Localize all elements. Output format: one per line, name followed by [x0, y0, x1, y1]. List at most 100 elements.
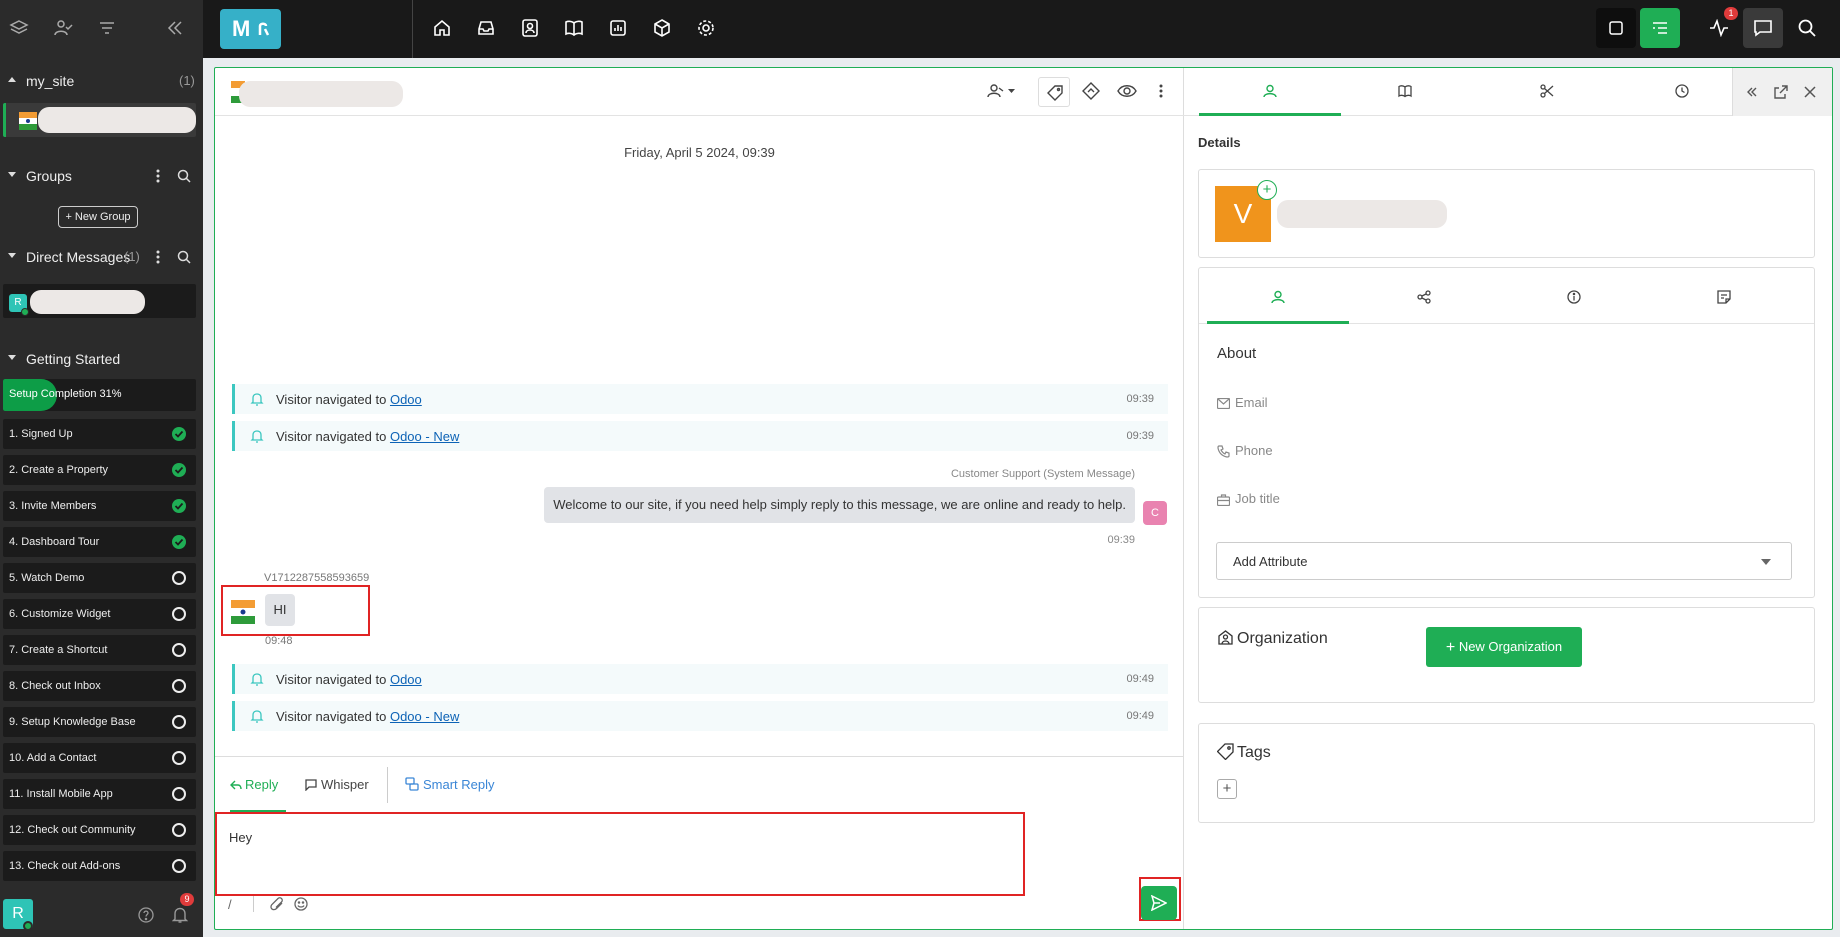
tab-smart-reply[interactable]: Smart Reply	[405, 757, 495, 813]
knowledge-base-icon[interactable]	[564, 18, 584, 38]
job-title-label: Job title	[1235, 491, 1280, 506]
task-item[interactable]: 5. Watch Demo	[3, 563, 196, 593]
eye-icon[interactable]	[1117, 82, 1137, 100]
page-link[interactable]: Odoo	[390, 392, 422, 407]
inbox-icon[interactable]	[476, 18, 496, 38]
bell-icon	[250, 392, 264, 406]
tab-whisper[interactable]: Whisper	[305, 757, 369, 813]
caret-down-icon	[8, 355, 16, 360]
emoji-icon[interactable]	[294, 897, 308, 911]
empty-circle-icon	[172, 715, 186, 729]
layout-single-pane-button[interactable]	[1596, 8, 1636, 48]
main-panel: Friday, April 5 2024, 09:39 Visitor navi…	[214, 67, 1833, 930]
search-icon[interactable]	[177, 250, 191, 264]
layout-split-pane-button[interactable]	[1640, 8, 1680, 48]
add-tag-button[interactable]: +	[1217, 779, 1237, 799]
book-icon	[1398, 84, 1412, 98]
section-getting-started[interactable]: Getting Started	[0, 348, 203, 370]
section-my-site[interactable]: my_site (1)	[0, 70, 203, 92]
dm-item[interactable]: R	[3, 284, 196, 318]
tab-info[interactable]	[1499, 268, 1649, 324]
more-vertical-icon[interactable]	[156, 250, 160, 264]
tab-contact[interactable]	[1199, 68, 1341, 116]
add-ons-icon[interactable]	[652, 18, 672, 38]
task-item[interactable]: 3. Invite Members	[3, 491, 196, 521]
help-icon[interactable]	[138, 907, 154, 923]
tab-divider	[387, 767, 388, 803]
tab-knowledge-base[interactable]	[1341, 68, 1483, 116]
collapse-panel-icon[interactable]	[1745, 85, 1759, 99]
tab-reply[interactable]: Reply	[230, 757, 286, 813]
task-item[interactable]: 1. Signed Up	[3, 419, 196, 449]
message-sender: Customer Support (System Message)	[950, 468, 1135, 480]
reply-input[interactable]	[215, 812, 1025, 896]
task-item[interactable]: 4. Dashboard Tour	[3, 527, 196, 557]
tab-profile[interactable]	[1207, 268, 1349, 324]
tab-shortcuts[interactable]	[1483, 68, 1625, 116]
task-item[interactable]: 11. Install Mobile App	[3, 779, 196, 809]
priority-icon[interactable]	[1082, 82, 1100, 100]
tag-icon	[1217, 743, 1234, 760]
assignee-icon[interactable]	[53, 18, 73, 38]
task-label: 13. Check out Add-ons	[9, 860, 121, 872]
task-item[interactable]: 9. Setup Knowledge Base	[3, 707, 196, 737]
about-card: About Email Phone Job title Add Attribut…	[1198, 267, 1815, 598]
conversation-item[interactable]	[3, 103, 196, 137]
shortcut-slash-icon[interactable]: /	[228, 897, 232, 912]
tab-notes[interactable]	[1649, 268, 1799, 324]
check-circle-icon	[172, 463, 186, 477]
contacts-icon[interactable]	[520, 18, 540, 38]
send-button[interactable]	[1141, 886, 1177, 920]
page-link[interactable]: Odoo	[390, 672, 422, 687]
more-vertical-icon[interactable]	[156, 169, 160, 183]
bell-icon	[250, 672, 264, 686]
filter-icon[interactable]	[97, 18, 117, 38]
assign-agent-icon[interactable]	[987, 82, 1015, 100]
job-title-field[interactable]: Job title	[1217, 491, 1280, 506]
agent-avatar: C	[1143, 501, 1167, 525]
notifications-bell-icon[interactable]	[172, 906, 188, 924]
collapse-sidebar-icon[interactable]	[165, 18, 185, 38]
task-item[interactable]: 13. Check out Add-ons	[3, 851, 196, 881]
pop-out-icon[interactable]	[1774, 85, 1788, 99]
section-direct-messages[interactable]: Direct Messages (1)	[0, 246, 203, 268]
close-icon[interactable]	[1803, 85, 1817, 99]
more-vertical-icon[interactable]	[1159, 84, 1163, 98]
bell-icon	[250, 429, 264, 443]
new-organization-button[interactable]: + New Organization	[1426, 627, 1582, 667]
task-item[interactable]: 6. Customize Widget	[3, 599, 196, 629]
task-item[interactable]: 8. Check out Inbox	[3, 671, 196, 701]
attachment-icon[interactable]	[270, 897, 284, 911]
tag-button[interactable]	[1038, 77, 1070, 107]
activity-icon[interactable]	[1709, 19, 1729, 37]
setup-progress[interactable]: Setup Completion 31%	[3, 379, 196, 411]
email-field[interactable]: Email	[1217, 395, 1268, 410]
app-logo[interactable]: M	[220, 9, 281, 49]
tab-history[interactable]	[1625, 68, 1730, 116]
page-link[interactable]: Odoo - New	[390, 429, 459, 444]
task-label: 5. Watch Demo	[9, 572, 85, 584]
caret-up-icon	[8, 77, 16, 82]
tab-share[interactable]	[1349, 268, 1499, 324]
add-attribute-dropdown[interactable]: Add Attribute	[1216, 542, 1792, 580]
layers-icon[interactable]	[9, 18, 29, 38]
page-link[interactable]: Odoo - New	[390, 709, 459, 724]
task-item[interactable]: 10. Add a Contact	[3, 743, 196, 773]
section-groups[interactable]: Groups	[0, 165, 203, 187]
phone-field[interactable]: Phone	[1217, 443, 1273, 458]
check-circle-icon	[172, 535, 186, 549]
reports-icon[interactable]	[608, 18, 628, 38]
logo-text: M	[232, 16, 251, 41]
task-item[interactable]: 7. Create a Shortcut	[3, 635, 196, 665]
chat-toggle-button[interactable]	[1743, 8, 1783, 48]
event-time: 09:39	[1126, 430, 1154, 442]
search-icon[interactable]	[177, 169, 191, 183]
settings-gear-icon[interactable]	[696, 18, 716, 38]
task-item[interactable]: 2. Create a Property	[3, 455, 196, 485]
add-avatar-icon[interactable]: +	[1257, 180, 1277, 200]
direct-messages-label: Direct Messages	[26, 249, 131, 265]
task-item[interactable]: 12. Check out Community	[3, 815, 196, 845]
global-search-icon[interactable]	[1798, 19, 1816, 37]
new-group-button[interactable]: + New Group	[58, 206, 138, 228]
home-icon[interactable]	[432, 18, 452, 38]
